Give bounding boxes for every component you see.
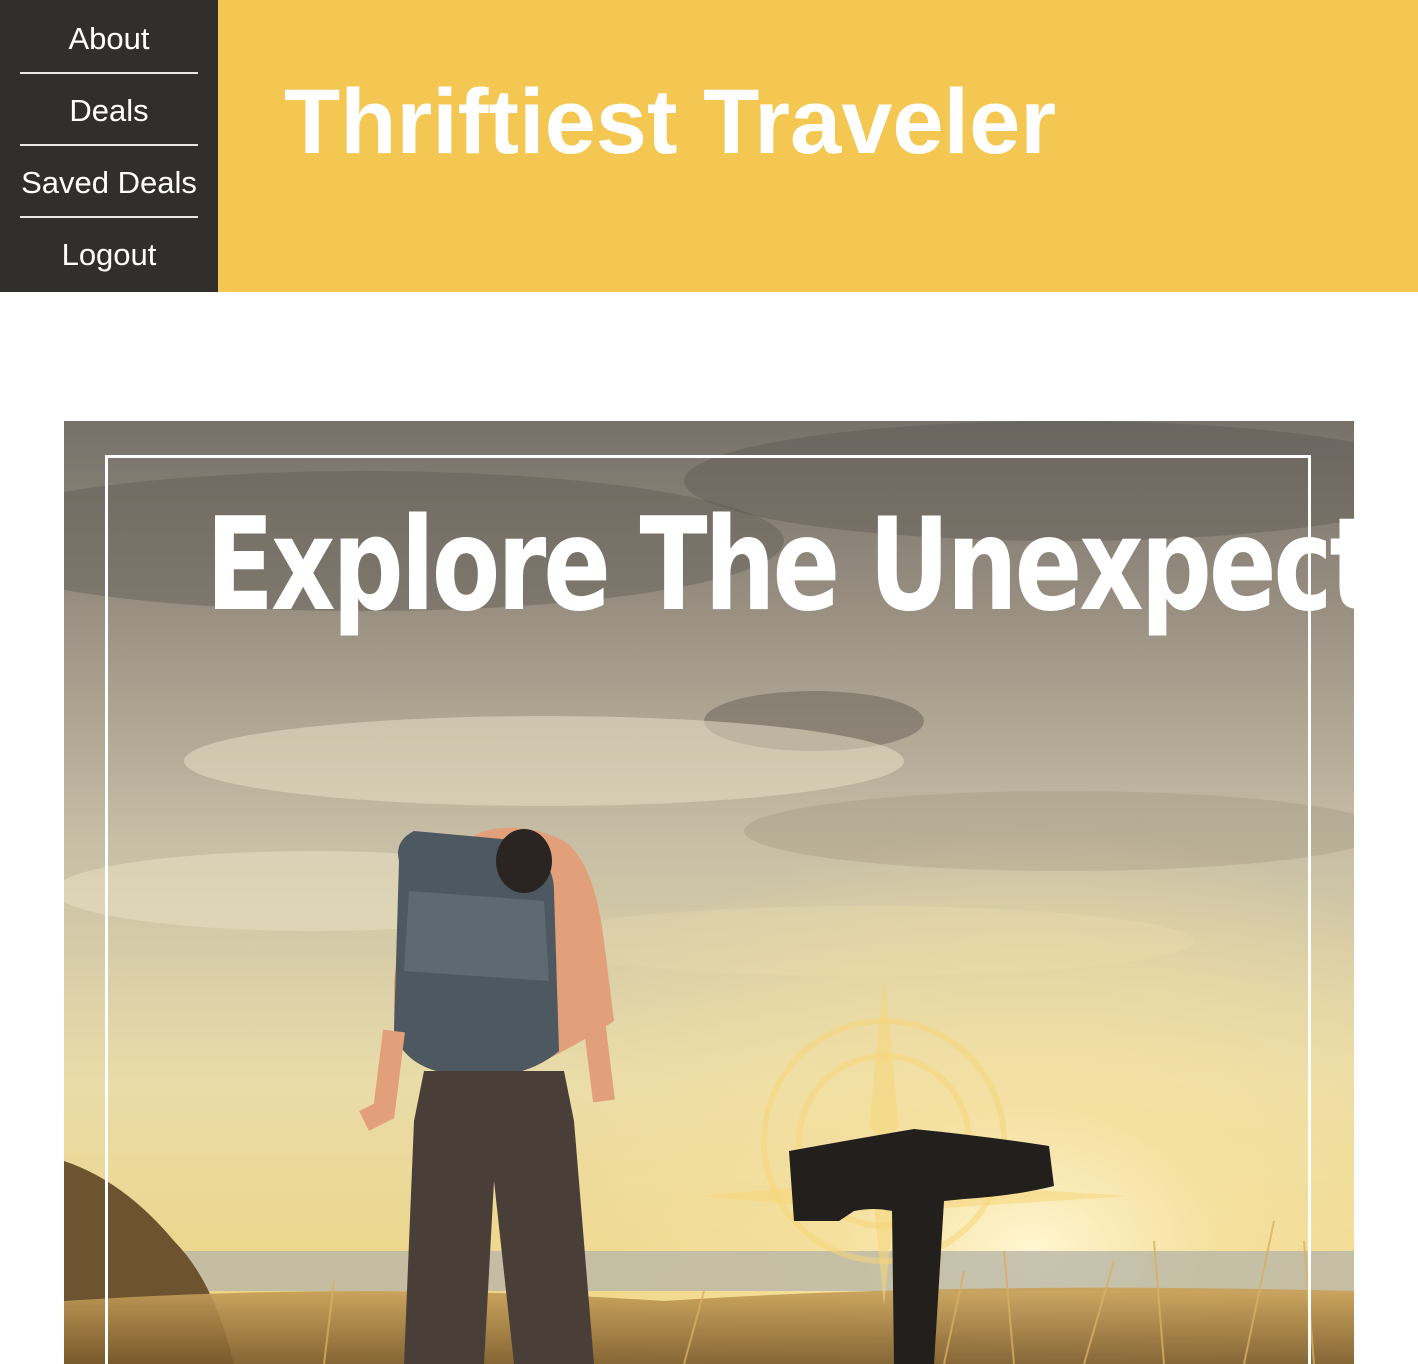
hero-headline: Explore The Unexpected: [205, 491, 1354, 640]
top-bar: About Deals Saved Deals Logout Thrifties…: [0, 0, 1418, 292]
nav-item-deals[interactable]: Deals: [0, 72, 218, 146]
site-title: Thriftiest Traveler: [284, 71, 1057, 173]
page: About Deals Saved Deals Logout Thrifties…: [0, 0, 1418, 1364]
hero-image: Explore The Unexpected: [64, 421, 1354, 1364]
nav-item-saved-deals[interactable]: Saved Deals: [0, 144, 218, 218]
nav-item-label: About: [68, 21, 150, 56]
side-nav: About Deals Saved Deals Logout: [0, 0, 218, 292]
nav-item-label: Saved Deals: [21, 165, 197, 200]
nav-item-label: Deals: [69, 93, 149, 128]
nav-item-logout[interactable]: Logout: [0, 216, 218, 288]
nav-item-label: Logout: [61, 237, 157, 272]
header-banner: Thriftiest Traveler: [218, 0, 1418, 292]
nav-item-about[interactable]: About: [0, 0, 218, 74]
